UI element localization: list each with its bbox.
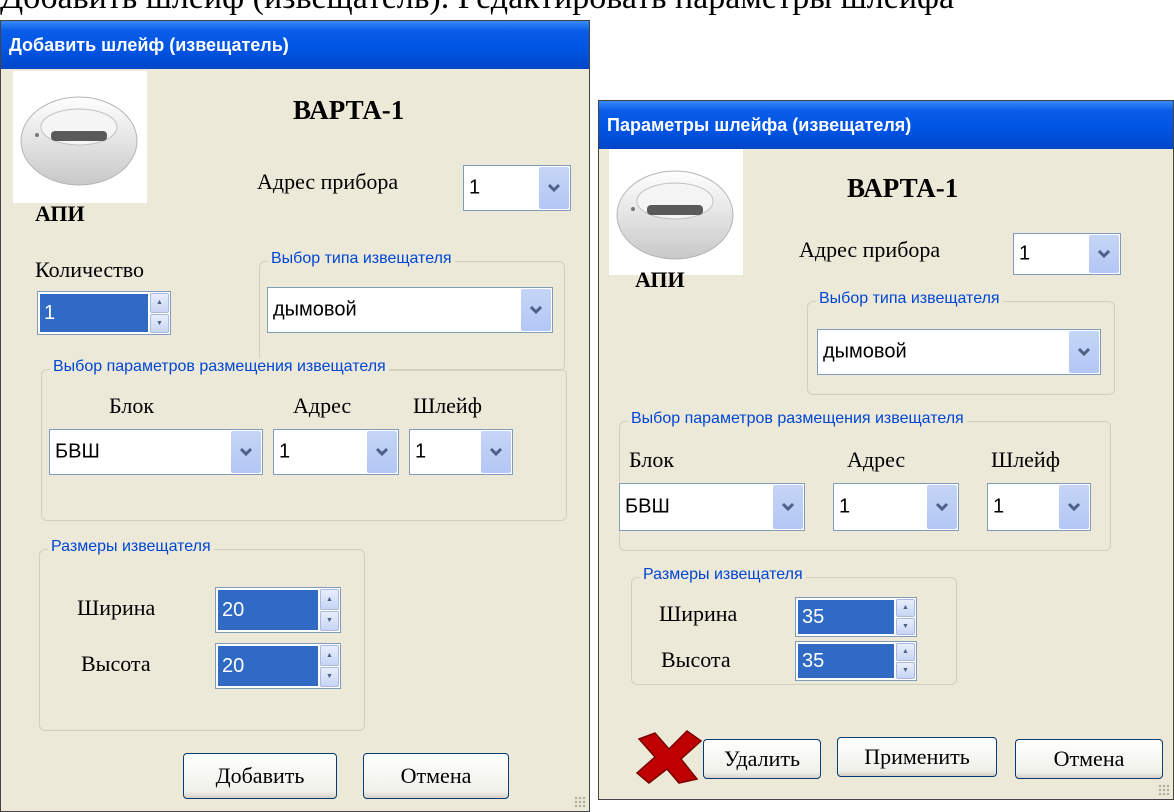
device-address-value: 1 bbox=[469, 176, 481, 199]
device-model: ВАРТА-1 bbox=[847, 173, 959, 203]
chevron-down-icon[interactable] bbox=[367, 431, 397, 473]
device-address-select[interactable]: 1 bbox=[1013, 233, 1121, 275]
spin-down-icon[interactable]: ▼ bbox=[896, 661, 915, 679]
resize-grip[interactable] bbox=[1158, 784, 1170, 796]
detector-type-value: дымовой bbox=[273, 298, 357, 321]
device-address-select[interactable]: 1 bbox=[463, 165, 571, 211]
placement-group-label: Выбор параметров размещения извещателя bbox=[628, 410, 967, 428]
add-loop-dialog: Добавить шлейф (извещатель) ВАРТА-1 АПИ … bbox=[0, 20, 590, 812]
spin-down-icon[interactable]: ▼ bbox=[150, 313, 169, 333]
spin-up-icon[interactable]: ▲ bbox=[896, 599, 915, 617]
loop-value: 1 bbox=[993, 495, 1005, 518]
detector-type-group-label: Выбор типа извещателя bbox=[816, 290, 1003, 308]
height-value: 35 bbox=[798, 644, 894, 678]
loop-params-dialog: Параметры шлейфа (извещателя) ВАРТА-1 АП… bbox=[598, 100, 1174, 800]
cancel-button[interactable]: Отмена bbox=[363, 753, 509, 799]
block-select[interactable]: БВШ bbox=[619, 483, 805, 531]
width-value: 20 bbox=[218, 590, 318, 630]
height-label: Высота bbox=[81, 651, 151, 676]
height-stepper[interactable]: 35 ▲ ▼ bbox=[795, 641, 917, 681]
quantity-stepper[interactable]: 1 ▲ ▼ bbox=[37, 291, 171, 335]
delete-x-icon[interactable] bbox=[633, 729, 705, 785]
block-select[interactable]: БВШ bbox=[49, 429, 263, 475]
smoke-detector-icon bbox=[616, 170, 734, 260]
width-label: Ширина bbox=[77, 595, 156, 620]
placement-group-label: Выбор параметров размещения извещателя bbox=[50, 358, 389, 376]
address-label: Адрес bbox=[293, 393, 352, 418]
block-value: БВШ bbox=[625, 495, 670, 518]
width-value: 35 bbox=[798, 600, 894, 634]
chevron-down-icon[interactable] bbox=[521, 289, 551, 331]
loop-label: Шлейф bbox=[991, 447, 1060, 472]
add-loop-dialog-titlebar[interactable]: Добавить шлейф (извещатель) bbox=[1, 21, 589, 69]
loop-select[interactable]: 1 bbox=[987, 483, 1091, 531]
chevron-down-icon[interactable] bbox=[927, 485, 957, 529]
spin-down-icon[interactable]: ▼ bbox=[896, 617, 915, 635]
height-value: 20 bbox=[218, 646, 318, 686]
height-stepper[interactable]: 20 ▲ ▼ bbox=[215, 643, 341, 689]
width-stepper[interactable]: 20 ▲ ▼ bbox=[215, 587, 341, 633]
size-group-label: Размеры извещателя bbox=[640, 566, 806, 584]
dialog-title: Добавить шлейф (извещатель) bbox=[9, 34, 289, 55]
resize-grip[interactable] bbox=[574, 796, 586, 808]
detector-type-select[interactable]: дымовой bbox=[267, 287, 553, 333]
loop-label: Шлейф bbox=[413, 393, 482, 418]
spin-up-icon[interactable]: ▲ bbox=[896, 643, 915, 661]
width-stepper[interactable]: 35 ▲ ▼ bbox=[795, 597, 917, 637]
size-group-label: Размеры извещателя bbox=[48, 538, 214, 556]
block-label: Блок bbox=[109, 393, 155, 418]
chevron-down-icon[interactable] bbox=[481, 431, 511, 473]
device-address-value: 1 bbox=[1019, 242, 1031, 265]
chevron-down-icon[interactable] bbox=[1089, 235, 1119, 273]
chevron-down-icon[interactable] bbox=[773, 485, 803, 529]
loop-value: 1 bbox=[415, 440, 427, 463]
page-caption: Добавить шлейф (извещатель). Редактирова… bbox=[0, 0, 1174, 18]
dialog-title: Параметры шлейфа (извещателя) bbox=[607, 114, 912, 135]
width-label: Ширина bbox=[659, 601, 738, 626]
detector-type-group-label: Выбор типа извещателя bbox=[268, 250, 455, 268]
address-value: 1 bbox=[279, 440, 291, 463]
detector-type-short: АПИ bbox=[635, 267, 685, 292]
address-value: 1 bbox=[839, 495, 851, 518]
block-value: БВШ bbox=[55, 440, 100, 463]
device-model: ВАРТА-1 bbox=[293, 95, 405, 125]
detector-type-value: дымовой bbox=[823, 340, 907, 363]
loop-params-dialog-titlebar[interactable]: Параметры шлейфа (извещателя) bbox=[599, 101, 1173, 149]
quantity-label: Количество bbox=[35, 257, 145, 282]
loop-select[interactable]: 1 bbox=[409, 429, 513, 475]
address-select[interactable]: 1 bbox=[273, 429, 399, 475]
apply-button[interactable]: Применить bbox=[837, 737, 997, 777]
spin-up-icon[interactable]: ▲ bbox=[150, 293, 169, 313]
spin-down-icon[interactable]: ▼ bbox=[320, 610, 339, 631]
detector-type-select[interactable]: дымовой bbox=[817, 329, 1101, 375]
chevron-down-icon[interactable] bbox=[231, 431, 261, 473]
spin-up-icon[interactable]: ▲ bbox=[320, 589, 339, 610]
size-group: Размеры извещателя bbox=[39, 538, 365, 731]
detector-image bbox=[13, 71, 147, 203]
address-label: Адрес bbox=[847, 447, 906, 472]
spin-down-icon[interactable]: ▼ bbox=[320, 666, 339, 687]
add-button[interactable]: Добавить bbox=[183, 753, 337, 799]
delete-button[interactable]: Удалить bbox=[703, 739, 821, 779]
chevron-down-icon[interactable] bbox=[539, 167, 569, 209]
cancel-button[interactable]: Отмена bbox=[1015, 739, 1163, 779]
spin-up-icon[interactable]: ▲ bbox=[320, 645, 339, 666]
detector-image bbox=[609, 149, 743, 275]
address-select[interactable]: 1 bbox=[833, 483, 959, 531]
block-label: Блок bbox=[629, 447, 675, 472]
quantity-value: 1 bbox=[40, 294, 148, 332]
device-address-label: Адрес прибора bbox=[257, 169, 399, 194]
device-address-label: Адрес прибора bbox=[799, 237, 941, 262]
detector-type-short: АПИ bbox=[35, 201, 85, 226]
smoke-detector-icon bbox=[20, 96, 138, 186]
height-label: Высота bbox=[661, 647, 731, 672]
chevron-down-icon[interactable] bbox=[1069, 331, 1099, 373]
chevron-down-icon[interactable] bbox=[1059, 485, 1089, 529]
